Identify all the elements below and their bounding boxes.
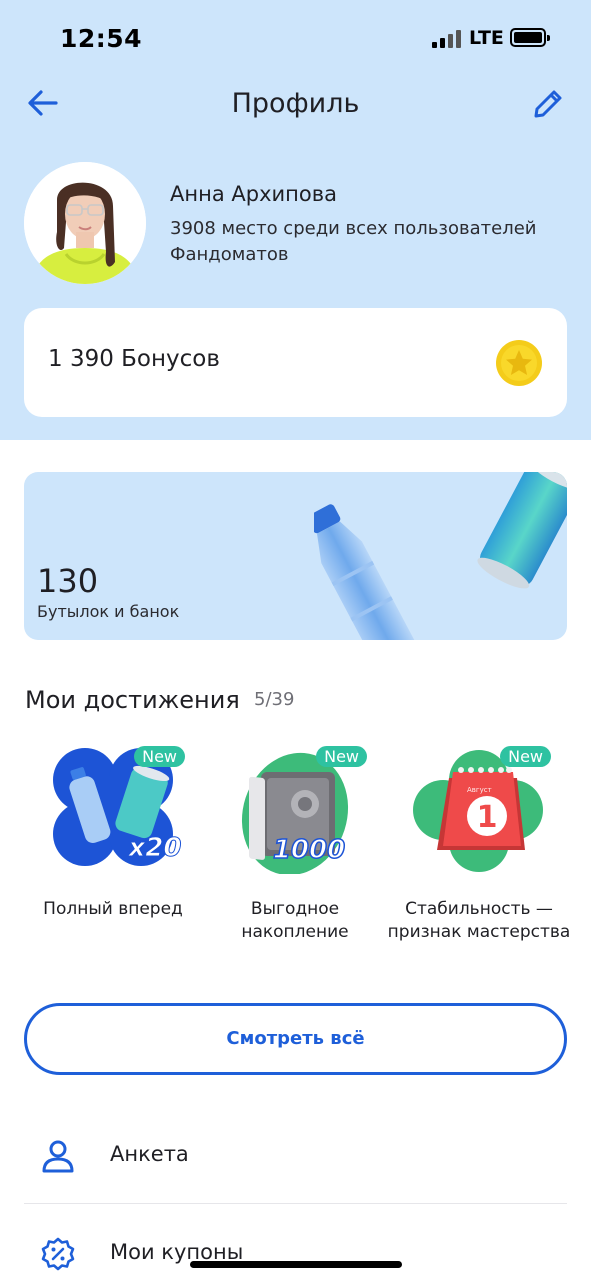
user-icon bbox=[40, 1138, 76, 1174]
achievement-title: Стабильность — признак мастерства bbox=[387, 899, 571, 942]
achievements-progress: 5/39 bbox=[254, 689, 295, 710]
achievement-icon-text: 1000 bbox=[273, 835, 345, 865]
bonus-card[interactable]: 1 390 Бонусов bbox=[24, 308, 567, 417]
achievement-card[interactable]: Август 1 New Стабильность — признак маст… bbox=[386, 746, 572, 944]
signal-icon bbox=[432, 30, 462, 48]
divider bbox=[24, 1203, 567, 1204]
bottles-count: 130 bbox=[37, 562, 99, 600]
new-badge: New bbox=[134, 746, 185, 767]
profile-rank: 3908 место среди всех пользователей Фанд… bbox=[170, 218, 537, 265]
avatar[interactable] bbox=[24, 162, 146, 284]
achievement-icon-text: x20 bbox=[127, 833, 182, 863]
bonus-balance: 1 390 Бонусов bbox=[48, 346, 220, 372]
menu-item-coupons[interactable]: Мои купоны bbox=[24, 1218, 567, 1280]
see-all-button[interactable]: Смотреть всё bbox=[24, 1003, 567, 1075]
status-time: 12:54 bbox=[60, 24, 143, 53]
bottles-card[interactable]: 130 Бутылок и банок bbox=[24, 472, 567, 640]
page-title: Профиль bbox=[231, 88, 360, 119]
new-badge: New bbox=[316, 746, 367, 767]
menu-item-questionnaire[interactable]: Анкета bbox=[24, 1120, 567, 1192]
achievement-card[interactable]: 1000 New Выгодное накопление bbox=[202, 746, 388, 944]
menu-item-label: Анкета bbox=[110, 1142, 189, 1166]
bottle-and-can-illustration bbox=[307, 472, 567, 640]
network-label: LTE bbox=[469, 27, 504, 49]
battery-icon bbox=[510, 28, 550, 47]
achievements-heading: Мои достижения bbox=[25, 686, 240, 714]
achievement-card[interactable]: x20 New Полный вперед bbox=[20, 746, 206, 921]
achievement-title: Полный вперед bbox=[43, 899, 183, 919]
bottles-label: Бутылок и банок bbox=[37, 602, 180, 621]
achievement-icon-text: 1 bbox=[477, 800, 498, 835]
achievement-title: Выгодное накопление bbox=[241, 899, 349, 942]
home-indicator[interactable] bbox=[190, 1261, 402, 1268]
pencil-icon[interactable] bbox=[530, 86, 566, 122]
discount-badge-icon bbox=[40, 1236, 76, 1272]
calendar-month: Август bbox=[467, 786, 492, 794]
profile-name: Анна Архипова bbox=[170, 182, 337, 206]
coin-icon bbox=[495, 339, 543, 387]
new-badge: New bbox=[500, 746, 551, 767]
